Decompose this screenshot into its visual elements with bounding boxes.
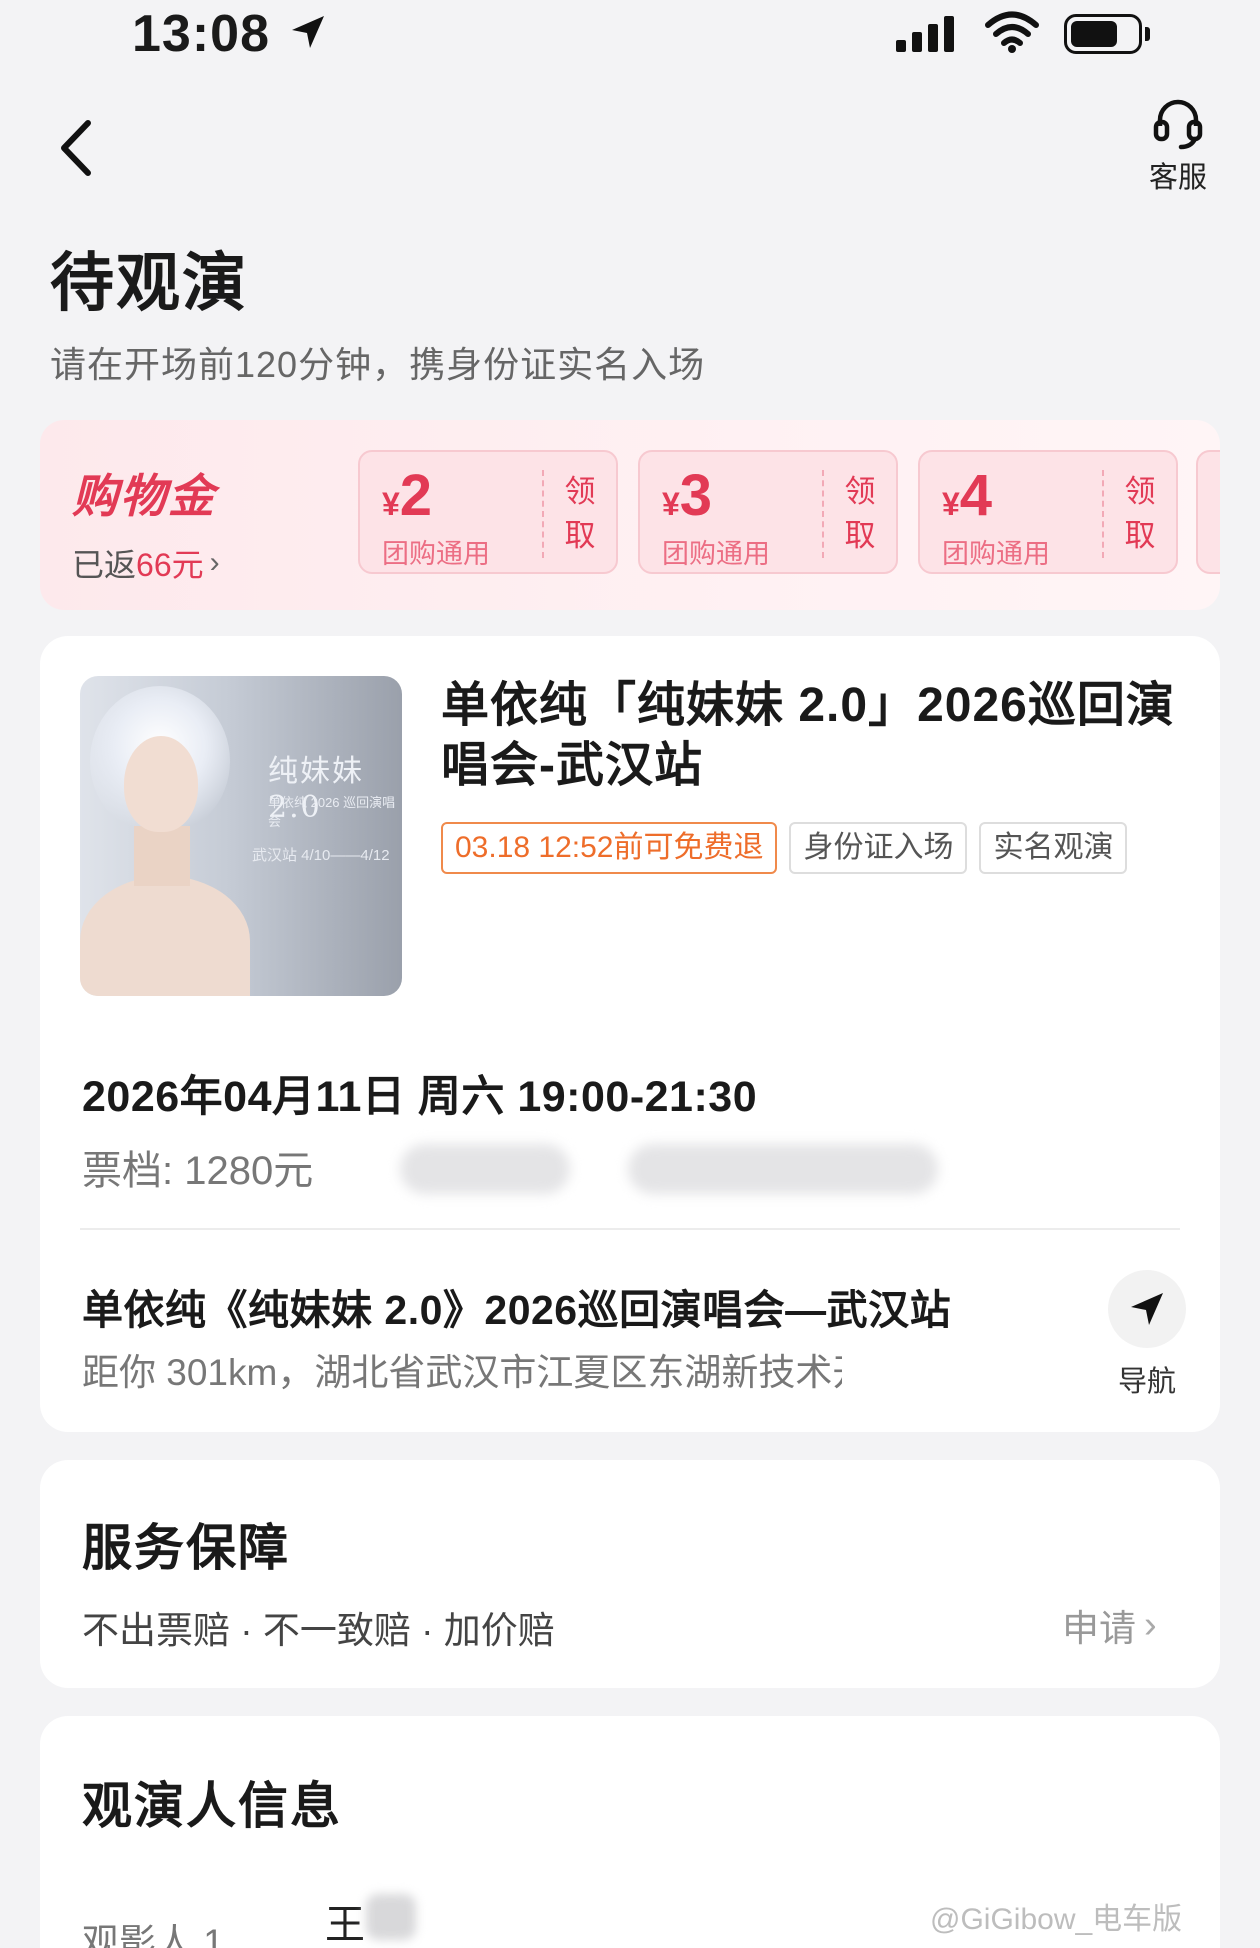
shopping-money-returned-link[interactable]: 已返 66元 › — [72, 540, 220, 586]
show-tags: 03.18 12:52前可免费退 身份证入场 实名观演 — [441, 822, 1181, 874]
battery-icon — [1064, 14, 1150, 54]
cellular-signal-icon — [896, 14, 954, 52]
shopping-money-card: 购物金 已返 66元 › ¥2 团购通用 领取 ¥3 团购通用 领取 ¥4 团购… — [40, 420, 1220, 610]
coupon-amount: ¥3 — [662, 462, 712, 529]
shopping-money-summary: 购物金 已返 66元 › — [72, 460, 220, 586]
navigation-label: 导航 — [1117, 1366, 1176, 1398]
coupon-currency: ¥ — [662, 486, 680, 522]
apply-label: 申请 — [1062, 1608, 1136, 1649]
chevron-left-icon — [61, 120, 91, 176]
venue-name[interactable]: 单依纯《纯妹妹 2.0》2026巡回演唱会—武汉站 — [82, 1276, 951, 1336]
show-card: 纯妹妹2.0 单依纯 2026 巡回演唱会 武汉站 4/10——4/12 单依纯… — [40, 636, 1220, 1432]
chevron-right-icon: › — [1144, 1603, 1157, 1646]
status-bar: 13:08 — [0, 0, 1260, 70]
coupon-scope: 团购通用 — [662, 539, 770, 569]
id-entry-tag: 身份证入场 — [789, 822, 968, 874]
poster-subtitle-text: 单依纯 2026 巡回演唱会 — [268, 795, 396, 829]
shopping-money-title: 购物金 — [72, 470, 216, 522]
poster-dates-text: 武汉站 4/10——4/12 — [252, 847, 390, 864]
coupon-item-partial[interactable] — [1196, 450, 1220, 574]
ticket-tier: 票档: 1280元 — [82, 1149, 314, 1193]
viewer-label: 观影人 1 — [82, 1922, 224, 1948]
coupon-scope: 团购通用 — [942, 539, 1050, 569]
navigation-arrow-icon — [1131, 1293, 1163, 1325]
watermark: @GiGibow_电车版 — [930, 1903, 1183, 1936]
show-datetime: 2026年04月11日 周六 19:00-21:30 — [82, 1073, 758, 1121]
navigation-button[interactable]: 导航 — [1102, 1270, 1192, 1400]
wifi-icon — [985, 11, 1039, 53]
coupon-item[interactable]: ¥2 团购通用 领取 — [358, 450, 618, 574]
coupon-currency: ¥ — [942, 486, 960, 522]
service-guarantee-card: 服务保障 不出票赔 · 不一致赔 · 加价赔 申请 › — [40, 1460, 1220, 1688]
navigation-circle — [1108, 1270, 1186, 1348]
divider — [80, 1228, 1180, 1230]
service-guarantee-items: 不出票赔 · 不一致赔 · 加价赔 — [82, 1610, 555, 1651]
show-poster[interactable]: 纯妹妹2.0 单依纯 2026 巡回演唱会 武汉站 4/10——4/12 — [80, 676, 402, 996]
coupon-value: 4 — [959, 463, 993, 528]
poster-figure-neck — [134, 826, 190, 886]
coupon-value: 3 — [679, 463, 713, 528]
coupon-claim-button[interactable]: 领取 — [556, 470, 604, 558]
coupon-claim-button[interactable]: 领取 — [836, 470, 884, 558]
coupon-divider — [822, 470, 824, 558]
real-name-tag: 实名观演 — [979, 822, 1128, 874]
apply-link[interactable]: 申请 › — [1062, 1598, 1157, 1652]
coupon-divider — [542, 470, 544, 558]
coupon-claim-button[interactable]: 领取 — [1116, 470, 1164, 558]
poster-figure-face — [124, 736, 198, 832]
coupon-item[interactable]: ¥4 团购通用 领取 — [918, 450, 1178, 574]
page-subtitle: 请在开场前120分钟，携身份证实名入场 — [50, 344, 706, 385]
coupon-amount: ¥4 — [942, 462, 992, 529]
venue-address[interactable]: 距你 301km，湖北省武汉市江夏区东湖新技术开发区… — [82, 1342, 842, 1396]
show-title[interactable]: 单依纯「纯妹妹 2.0」2026巡回演唱会-武汉站 — [441, 676, 1181, 796]
page-title: 待观演 — [50, 247, 248, 319]
returned-amount: 66元 — [136, 547, 204, 583]
coupon-scope: 团购通用 — [382, 539, 490, 569]
redacted-viewer-name — [366, 1894, 416, 1940]
headset-icon — [1153, 99, 1203, 150]
returned-prefix: 已返 — [72, 547, 137, 583]
chevron-right-icon: › — [209, 546, 220, 579]
coupon-amount: ¥2 — [382, 462, 432, 529]
redacted-seat-info — [628, 1144, 938, 1194]
customer-service-button[interactable]: 客服 — [1134, 96, 1222, 196]
refund-deadline-tag: 03.18 12:52前可免费退 — [441, 822, 778, 874]
location-arrow-icon — [292, 16, 324, 48]
redacted-seat-info — [400, 1144, 570, 1194]
viewer-name: 王 — [325, 1903, 365, 1947]
coupon-item[interactable]: ¥3 团购通用 领取 — [638, 450, 898, 574]
coupon-currency: ¥ — [382, 486, 400, 522]
customer-service-label: 客服 — [1148, 162, 1207, 194]
poster-figure — [80, 876, 250, 996]
back-button[interactable] — [50, 116, 100, 180]
status-time: 13:08 — [132, 5, 270, 63]
coupon-value: 2 — [399, 463, 433, 528]
audience-info-title: 观演人信息 — [82, 1778, 342, 1834]
coupon-divider — [1102, 470, 1104, 558]
service-guarantee-title: 服务保障 — [82, 1520, 290, 1576]
